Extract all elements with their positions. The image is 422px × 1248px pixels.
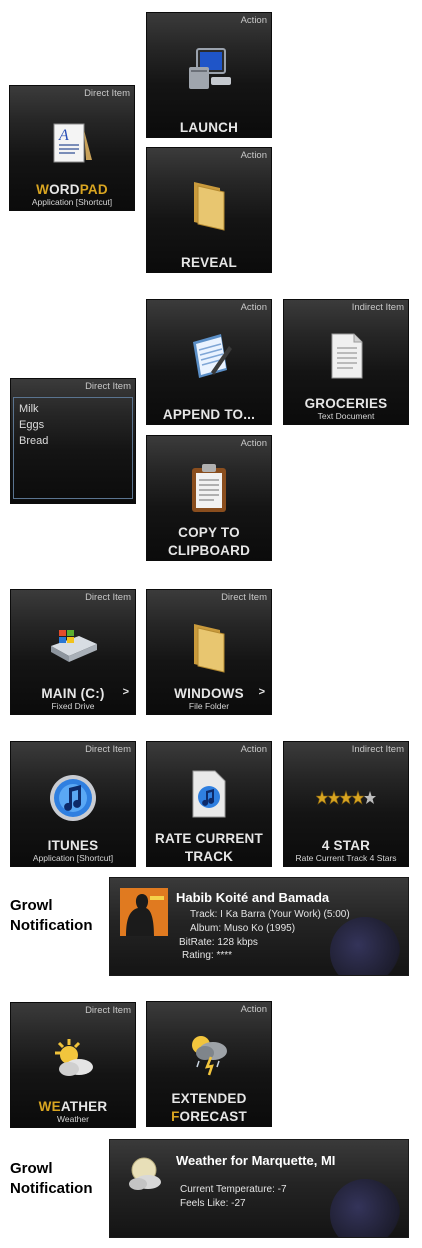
computer-icon <box>147 37 271 101</box>
tile-type-label: Direct Item <box>84 88 130 99</box>
weather-moon-cloud-icon <box>124 1154 164 1194</box>
tile-type-label: Direct Item <box>221 592 267 603</box>
tile-subtitle: Text Document <box>317 411 375 421</box>
tile-groceries[interactable]: Indirect Item GROCERIES Text Document <box>283 299 409 425</box>
growl-watermark-icon <box>330 1179 400 1237</box>
svg-text:A: A <box>58 127 69 144</box>
tile-title: ITUNES <box>47 838 99 853</box>
tile-type-label: Action <box>240 150 267 161</box>
growl-label: Growl Notification <box>10 897 93 934</box>
tile-title-line2: FORECAST <box>171 1109 247 1124</box>
growl-notification-weather[interactable]: Weather for Marquette, MI Current Temper… <box>109 1139 409 1238</box>
tile-title-line2: TRACK <box>184 849 234 864</box>
stars-rating-icon <box>284 766 408 830</box>
tile-rate-current-track[interactable]: Action RATE CURRENT TRACK <box>146 741 272 867</box>
tile-subtitle: Application [Shortcut] <box>31 197 113 207</box>
tile-title: RATE CURRENT <box>155 831 263 846</box>
growl-title: Habib Koité and Bamada <box>176 890 330 905</box>
tile-wordpad[interactable]: Direct Item A WORDPAD Application [Short… <box>9 85 135 211</box>
tile-subtitle: Weather <box>57 1114 89 1124</box>
hard-drive-icon <box>11 614 135 678</box>
tile-type-label: Direct Item <box>85 592 131 603</box>
tile-title: COPY TO <box>178 525 240 540</box>
tile-extended-forecast[interactable]: Action EXTENDED FORECAST <box>146 1001 272 1127</box>
wordpad-icon: A <box>10 110 134 174</box>
tile-title: MAIN (C:) <box>41 686 105 701</box>
tile-type-label: Indirect Item <box>351 744 404 755</box>
chevron-right-icon[interactable]: > <box>259 686 265 698</box>
growl-album: Album: Muso Ko (1995) <box>190 923 296 934</box>
text-line: Milk <box>19 403 39 415</box>
tile-launch[interactable]: Action LAUNCH <box>146 12 272 138</box>
tile-type-label: Action <box>240 438 267 449</box>
chevron-right-icon[interactable]: > <box>123 686 129 698</box>
growl-bitrate: BitRate: 128 kbps <box>179 937 258 948</box>
growl-feels-like: Feels Like: -27 <box>180 1198 246 1209</box>
tile-title: REVEAL <box>181 255 237 270</box>
tile-type-label: Action <box>240 15 267 26</box>
notepad-icon <box>147 324 271 388</box>
growl-notification-itunes[interactable]: Habib Koité and Bamada Track: I Ka Barra… <box>109 877 409 976</box>
tile-subtitle: File Folder <box>188 701 230 711</box>
tile-itunes[interactable]: Direct Item ITUNES Application [Shortcut… <box>10 741 136 867</box>
tile-type-label: Indirect Item <box>351 302 404 313</box>
tile-title: WEATHER <box>38 1099 108 1114</box>
tile-title: 4 STAR <box>321 838 371 853</box>
growl-track: Track: I Ka Barra (Your Work) (5:00) <box>190 909 350 920</box>
growl-rating: Rating: **** <box>182 950 233 961</box>
growl-title: Weather for Marquette, MI <box>176 1153 336 1168</box>
text-line: Bread <box>19 435 49 447</box>
growl-current-temperature: Current Temperature: -7 <box>180 1184 287 1195</box>
music-file-icon <box>147 762 271 826</box>
text-input-area[interactable]: Milk Eggs Bread <box>13 397 133 499</box>
tile-title: WINDOWS <box>174 686 244 701</box>
tile-main-drive[interactable]: Direct Item MAIN (C:) Fixed Drive > <box>10 589 136 715</box>
tile-subtitle: Application [Shortcut] <box>32 853 114 863</box>
tile-copy-to-clipboard[interactable]: Action COPY TO CLIPBOARD <box>146 435 272 561</box>
clipboard-icon <box>147 456 271 520</box>
tile-weather[interactable]: Direct Item WEATHER Weather <box>10 1002 136 1128</box>
tile-title: APPEND TO... <box>162 407 256 422</box>
tile-type-label: Action <box>240 1004 267 1015</box>
folder-icon <box>147 172 271 236</box>
tile-type-label: Direct Item <box>85 744 131 755</box>
tile-text-item[interactable]: Direct Item Milk Eggs Bread <box>10 378 136 504</box>
text-line: Eggs <box>19 419 45 431</box>
tile-type-label: Action <box>240 302 267 313</box>
weather-sun-cloud-icon <box>11 1027 135 1091</box>
tile-type-label: Direct Item <box>85 1005 131 1016</box>
tile-type-label: Direct Item <box>85 381 131 392</box>
tile-reveal[interactable]: Action REVEAL <box>146 147 272 273</box>
tile-title: EXTENDED <box>171 1091 247 1106</box>
growl-label: Growl Notification <box>10 1160 93 1197</box>
storm-cloud-icon <box>147 1020 271 1084</box>
itunes-icon <box>11 766 135 830</box>
folder-icon <box>147 614 271 678</box>
tile-title: WORDPAD <box>36 182 108 197</box>
tile-append[interactable]: Action APPEND TO... <box>146 299 272 425</box>
growl-watermark-icon <box>330 917 400 975</box>
text-document-icon <box>284 324 408 388</box>
tile-title: GROCERIES <box>304 396 388 411</box>
tile-4-star[interactable]: Indirect Item 4 STAR Rate Current Track … <box>283 741 409 867</box>
album-art <box>120 888 168 936</box>
tile-type-label: Action <box>240 744 267 755</box>
tile-title: LAUNCH <box>179 120 239 135</box>
tile-windows-folder[interactable]: Direct Item WINDOWS File Folder > <box>146 589 272 715</box>
tile-title-line2: CLIPBOARD <box>167 543 251 558</box>
tile-subtitle: Fixed Drive <box>51 701 95 711</box>
tile-subtitle: Rate Current Track 4 Stars <box>295 853 397 863</box>
